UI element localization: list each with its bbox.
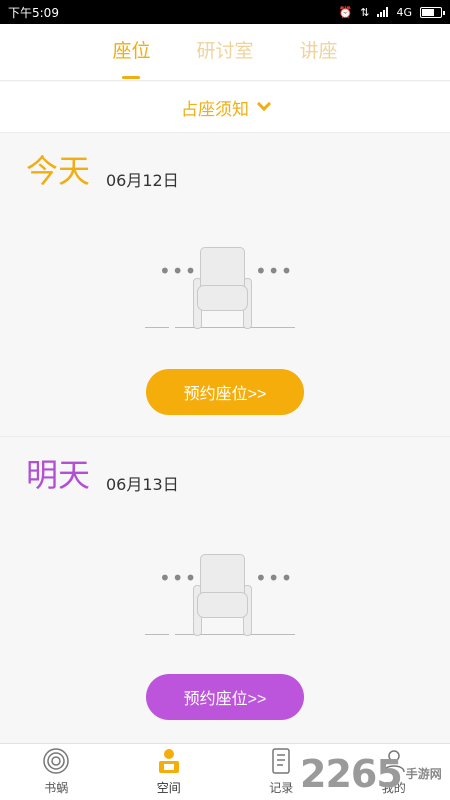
day-card-tomorrow: 明天 06月13日 ••• ••• 预约座位>> <box>0 438 450 743</box>
nav-label: 记录 <box>269 781 294 795</box>
data-transfer-icon: ⇅ <box>360 5 370 19</box>
reading-person-icon <box>155 747 183 775</box>
tab-seminar-room[interactable]: 研讨室 <box>196 36 253 69</box>
day-title: 今天 <box>26 152 91 190</box>
day-date: 06月13日 <box>106 475 179 494</box>
seat-illustration: ••• ••• <box>145 247 295 342</box>
day-card-today: 今天 06月12日 ••• ••• 预约座位>> <box>0 134 450 437</box>
watermark-logo: 2265 手游网 <box>300 748 450 800</box>
floor-line <box>145 634 169 635</box>
chair-icon <box>197 285 248 311</box>
nav-item-space[interactable]: 空间 <box>113 744 226 800</box>
nav-item-shuwo[interactable]: 书蜗 <box>0 744 113 800</box>
ellipsis-left-icon: ••• <box>159 259 198 283</box>
signal-icon <box>377 7 389 17</box>
tab-seat[interactable]: 座位 <box>112 36 150 79</box>
nav-label: 空间 <box>156 781 181 795</box>
tab-lecture[interactable]: 讲座 <box>300 36 338 69</box>
alarm-icon: ⏰ <box>338 5 353 19</box>
status-icons: ⏰ ⇅ 4G <box>338 5 445 19</box>
seat-illustration: ••• ••• <box>145 554 295 649</box>
snail-shell-icon <box>42 747 70 775</box>
floor-line <box>145 327 169 328</box>
battery-icon <box>420 6 445 18</box>
chevron-down-icon <box>256 96 272 112</box>
day-title: 明天 <box>26 456 91 494</box>
watermark-number: 2265 <box>300 752 403 796</box>
top-tabs: 座位 研讨室 讲座 <box>0 24 450 81</box>
seat-notice-label: 占座须知 <box>181 99 249 120</box>
network-type: 4G <box>396 5 412 19</box>
day-date: 06月12日 <box>106 171 179 190</box>
ellipsis-right-icon: ••• <box>255 259 294 283</box>
status-time: 下午5:09 <box>8 5 59 20</box>
ellipsis-right-icon: ••• <box>255 566 294 590</box>
document-icon <box>267 747 295 775</box>
ellipsis-left-icon: ••• <box>159 566 198 590</box>
seat-notice-toggle[interactable]: 占座须知 <box>0 82 450 133</box>
reserve-seat-button[interactable]: 预约座位>> <box>146 674 304 720</box>
watermark-site: 手游网 <box>405 767 442 781</box>
chair-icon <box>197 592 248 618</box>
status-bar: 下午5:09 ⏰ ⇅ 4G <box>0 0 450 24</box>
nav-label: 书蜗 <box>44 781 69 795</box>
reserve-seat-button[interactable]: 预约座位>> <box>146 369 304 415</box>
